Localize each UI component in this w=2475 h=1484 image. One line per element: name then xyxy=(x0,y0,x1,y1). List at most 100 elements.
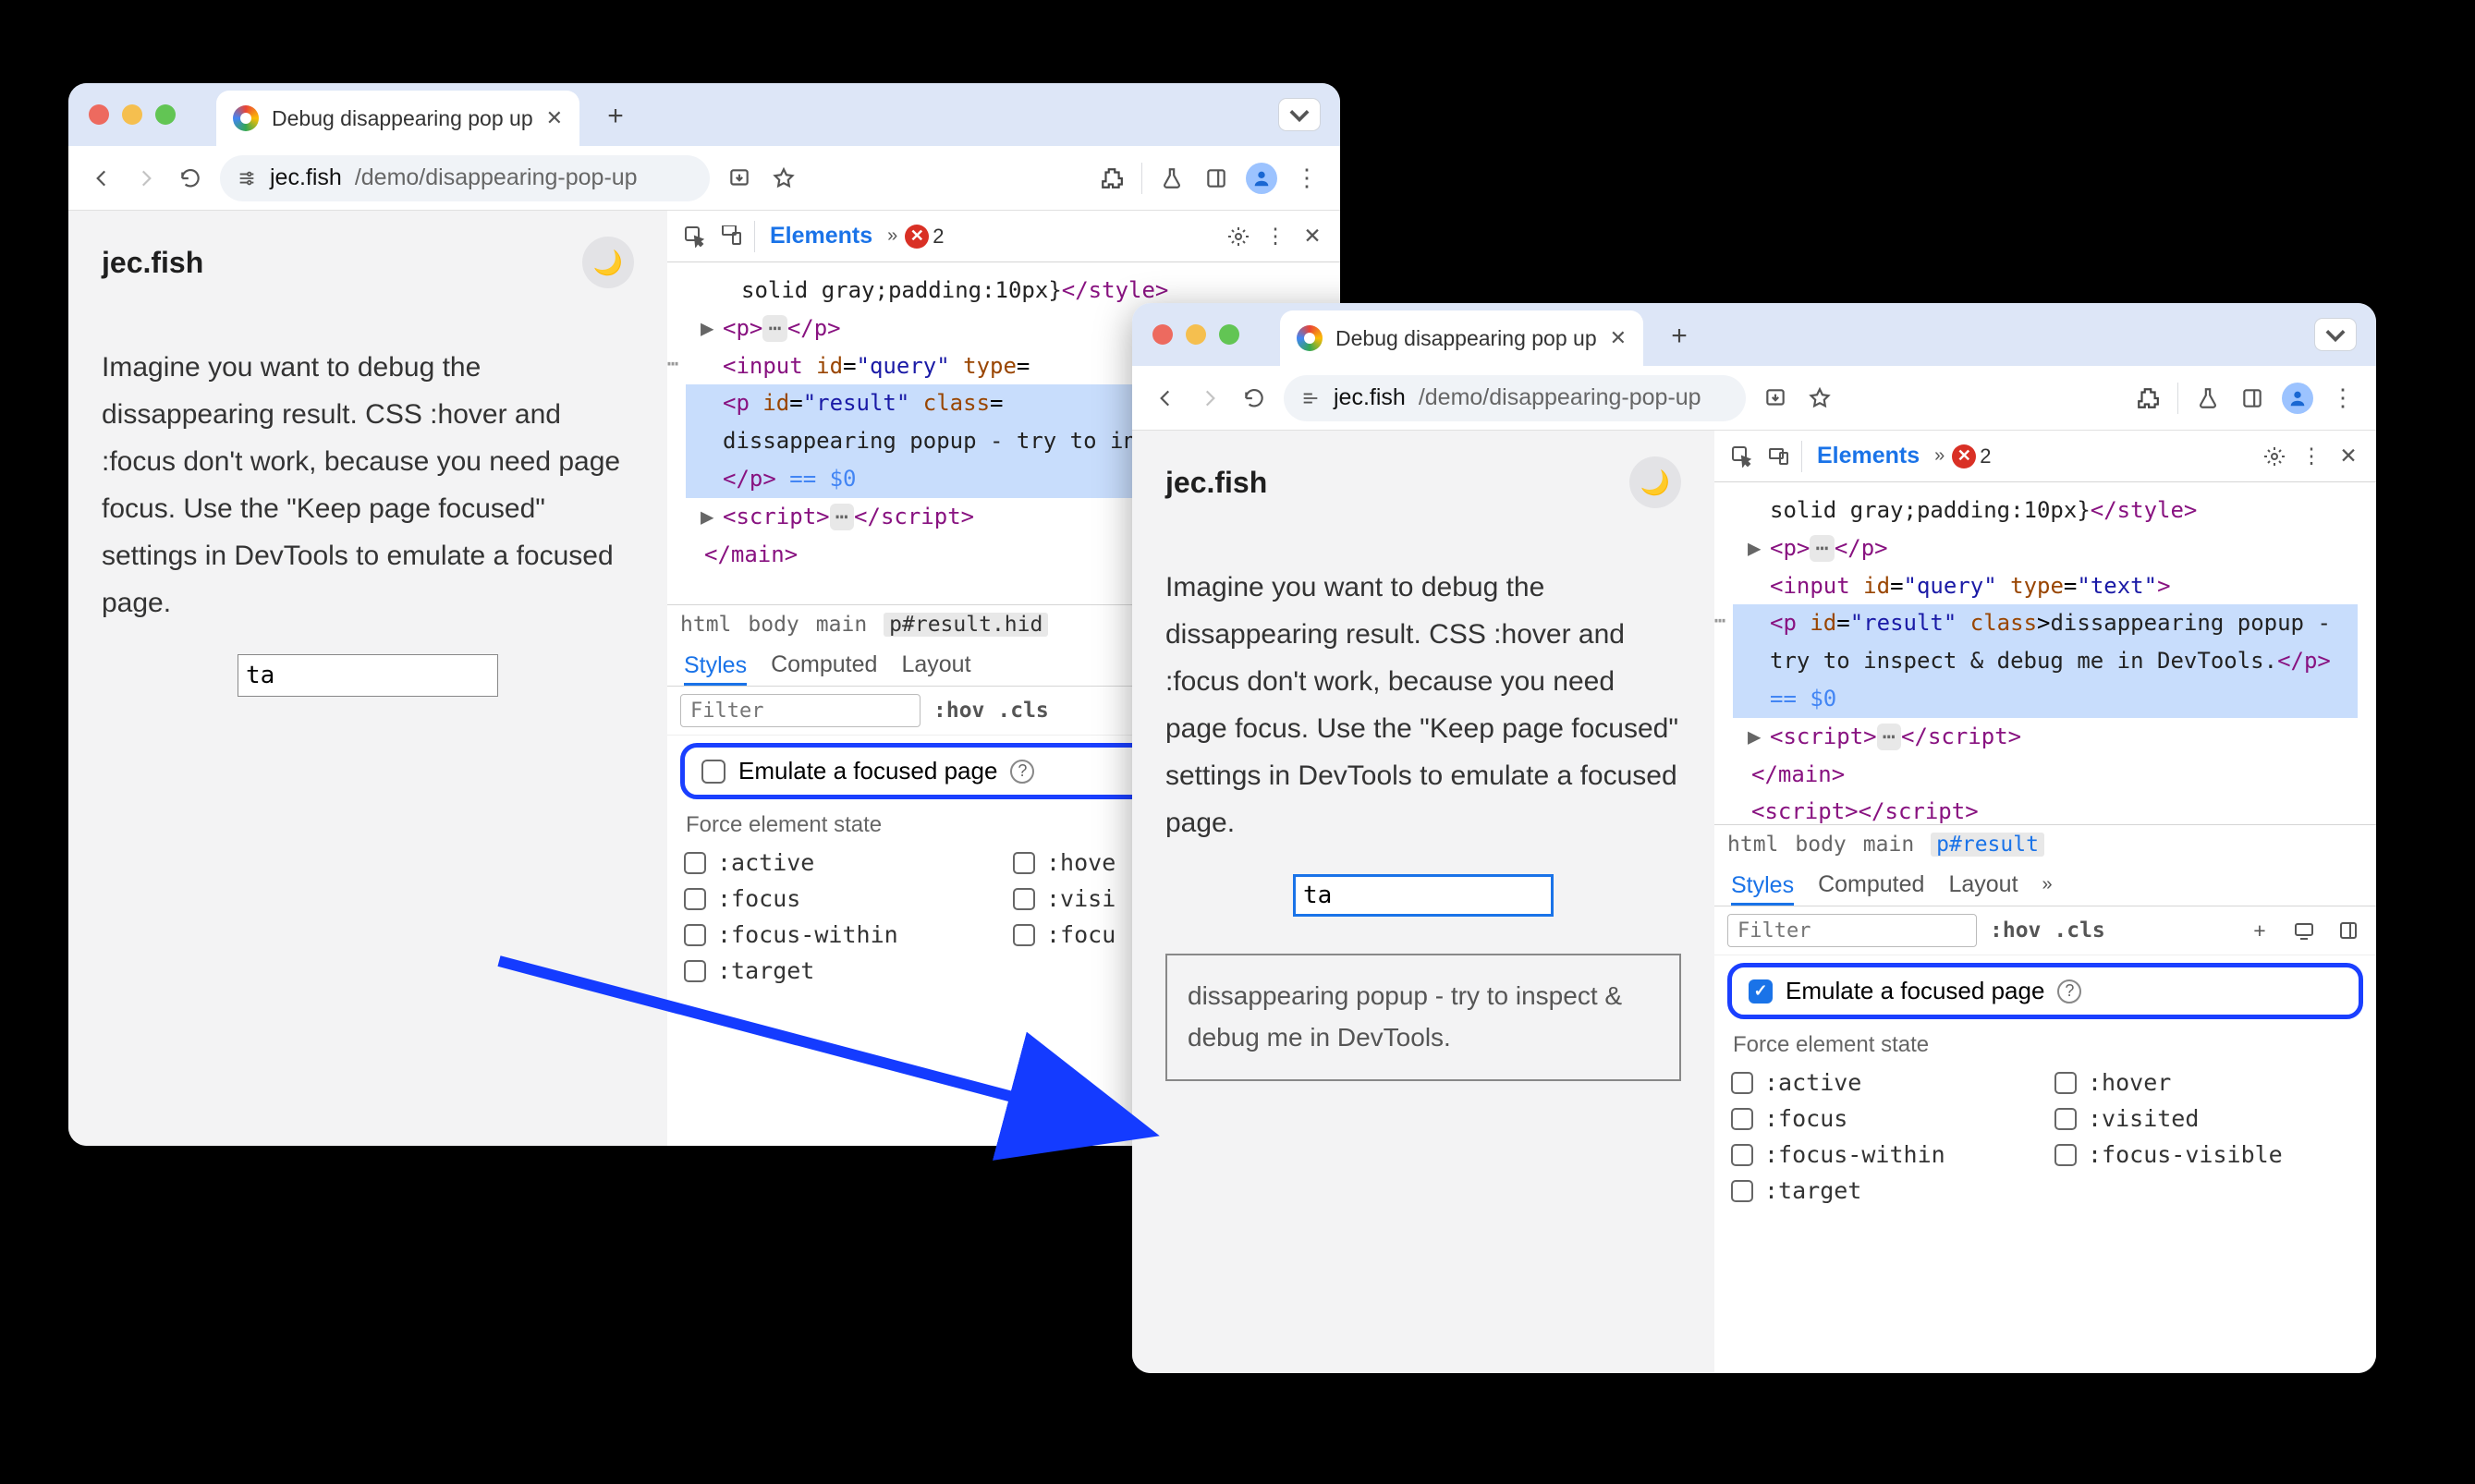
zoom-window-icon[interactable] xyxy=(155,104,176,125)
checkbox-focus-within[interactable] xyxy=(684,924,706,946)
crumb-html[interactable]: html xyxy=(680,613,731,637)
computed-tab[interactable]: Computed xyxy=(771,651,877,678)
more-tabs-icon[interactable]: » xyxy=(1934,445,1945,467)
device-toggle-icon[interactable] xyxy=(717,222,747,251)
more-tabs-icon[interactable]: » xyxy=(2042,874,2053,895)
cls-button[interactable]: .cls xyxy=(2054,918,2104,943)
filter-input[interactable] xyxy=(1727,914,1977,947)
tabs-dropdown-icon[interactable] xyxy=(2315,319,2356,350)
url-field[interactable]: jec.fish/demo/disappearing-pop-up xyxy=(220,155,710,201)
dom-tree[interactable]: solid gray;padding:10px}</style> ▶<p>⋯</… xyxy=(1714,482,2376,824)
bookmark-icon[interactable] xyxy=(1805,383,1835,413)
install-icon[interactable] xyxy=(725,164,754,193)
error-badge[interactable]: ✕ 2 xyxy=(905,225,944,249)
minimize-window-icon[interactable] xyxy=(122,104,142,125)
close-tab-icon[interactable]: ✕ xyxy=(546,106,563,130)
more-tabs-icon[interactable]: » xyxy=(887,225,897,247)
install-icon[interactable] xyxy=(1761,383,1790,413)
new-tab-button[interactable]: + xyxy=(592,93,639,140)
crumb-body[interactable]: body xyxy=(748,613,799,637)
browser-tab[interactable]: Debug disappearing pop up ✕ xyxy=(216,91,579,146)
labs-icon[interactable] xyxy=(2193,383,2223,413)
crumb-html[interactable]: html xyxy=(1727,833,1778,857)
close-devtools-icon[interactable]: ✕ xyxy=(1298,222,1327,251)
crumb-body[interactable]: body xyxy=(1795,833,1846,857)
checkbox-focus-within[interactable] xyxy=(1731,1144,1753,1166)
panel-icon[interactable] xyxy=(2334,916,2363,945)
browser-tab[interactable]: Debug disappearing pop up ✕ xyxy=(1280,310,1643,366)
query-input[interactable] xyxy=(238,654,498,697)
checkbox-target[interactable] xyxy=(1731,1180,1753,1202)
checkbox-active[interactable] xyxy=(684,852,706,874)
elements-tab[interactable]: Elements xyxy=(1810,439,1927,473)
checkbox-target[interactable] xyxy=(684,960,706,982)
new-style-icon[interactable]: + xyxy=(2245,916,2274,945)
help-icon[interactable]: ? xyxy=(1010,760,1034,784)
bookmark-icon[interactable] xyxy=(769,164,799,193)
checkbox-hover[interactable] xyxy=(1013,852,1035,874)
profile-icon[interactable] xyxy=(2282,383,2313,414)
reload-icon[interactable] xyxy=(1239,383,1269,413)
labs-icon[interactable] xyxy=(1157,164,1187,193)
rendering-icon[interactable] xyxy=(2289,916,2319,945)
reload-icon[interactable] xyxy=(176,164,205,193)
more-icon[interactable]: ⋮ xyxy=(2297,442,2326,471)
theme-toggle-button[interactable]: 🌙 xyxy=(1629,456,1681,508)
cls-button[interactable]: .cls xyxy=(997,699,1048,723)
emulate-checkbox[interactable]: ✓ xyxy=(1749,979,1773,1004)
close-window-icon[interactable] xyxy=(89,104,109,125)
tabs-dropdown-icon[interactable] xyxy=(1279,99,1320,130)
back-icon[interactable] xyxy=(87,164,116,193)
checkbox-focus-visible[interactable] xyxy=(2054,1144,2077,1166)
extensions-icon[interactable] xyxy=(1097,164,1127,193)
crumb-result[interactable]: p#result xyxy=(1931,833,2044,857)
checkbox-visited[interactable] xyxy=(2054,1108,2077,1130)
menu-icon[interactable]: ⋮ xyxy=(2328,383,2358,413)
filter-input[interactable] xyxy=(680,694,921,727)
elements-tab[interactable]: Elements xyxy=(762,219,880,253)
more-icon[interactable]: ⋮ xyxy=(1261,222,1290,251)
help-icon[interactable]: ? xyxy=(2057,979,2081,1004)
fold-icon[interactable]: ▶ xyxy=(701,310,713,347)
hov-button[interactable]: :hov xyxy=(933,699,984,723)
crumb-main[interactable]: main xyxy=(1863,833,1914,857)
fold-icon[interactable]: ▶ xyxy=(1748,718,1761,756)
menu-icon[interactable]: ⋮ xyxy=(1292,164,1322,193)
profile-icon[interactable] xyxy=(1246,163,1277,194)
fold-icon[interactable]: ▶ xyxy=(1748,529,1761,567)
crumb-main[interactable]: main xyxy=(816,613,867,637)
emulate-checkbox[interactable] xyxy=(701,760,725,784)
side-panel-icon[interactable] xyxy=(2237,383,2267,413)
checkbox-focus-visible[interactable] xyxy=(1013,924,1035,946)
settings-icon[interactable] xyxy=(1224,222,1253,251)
close-devtools-icon[interactable]: ✕ xyxy=(2334,442,2363,471)
extensions-icon[interactable] xyxy=(2133,383,2163,413)
checkbox-focus[interactable] xyxy=(684,888,706,910)
back-icon[interactable] xyxy=(1151,383,1180,413)
device-toggle-icon[interactable] xyxy=(1764,442,1794,471)
side-panel-icon[interactable] xyxy=(1201,164,1231,193)
breadcrumb[interactable]: html body main p#result xyxy=(1714,824,2376,864)
new-tab-button[interactable]: + xyxy=(1656,313,1702,359)
checkbox-focus[interactable] xyxy=(1731,1108,1753,1130)
styles-tab[interactable]: Styles xyxy=(684,652,747,686)
theme-toggle-button[interactable]: 🌙 xyxy=(582,237,634,288)
hov-button[interactable]: :hov xyxy=(1990,918,2041,943)
styles-tab[interactable]: Styles xyxy=(1731,872,1794,906)
error-badge[interactable]: ✕ 2 xyxy=(1952,444,1991,468)
checkbox-hover[interactable] xyxy=(2054,1072,2077,1094)
zoom-window-icon[interactable] xyxy=(1219,324,1239,345)
crumb-result[interactable]: p#result.hid xyxy=(884,613,1048,637)
layout-tab[interactable]: Layout xyxy=(901,651,970,678)
inspect-icon[interactable] xyxy=(1727,442,1757,471)
minimize-window-icon[interactable] xyxy=(1186,324,1206,345)
computed-tab[interactable]: Computed xyxy=(1818,871,1924,898)
settings-icon[interactable] xyxy=(2260,442,2289,471)
fold-icon[interactable]: ▶ xyxy=(701,498,713,536)
close-window-icon[interactable] xyxy=(1152,324,1173,345)
inspect-icon[interactable] xyxy=(680,222,710,251)
emulate-focused-row[interactable]: ✓ Emulate a focused page ? xyxy=(1727,963,2363,1019)
query-input[interactable] xyxy=(1293,874,1554,917)
layout-tab[interactable]: Layout xyxy=(1948,871,2018,898)
checkbox-active[interactable] xyxy=(1731,1072,1753,1094)
